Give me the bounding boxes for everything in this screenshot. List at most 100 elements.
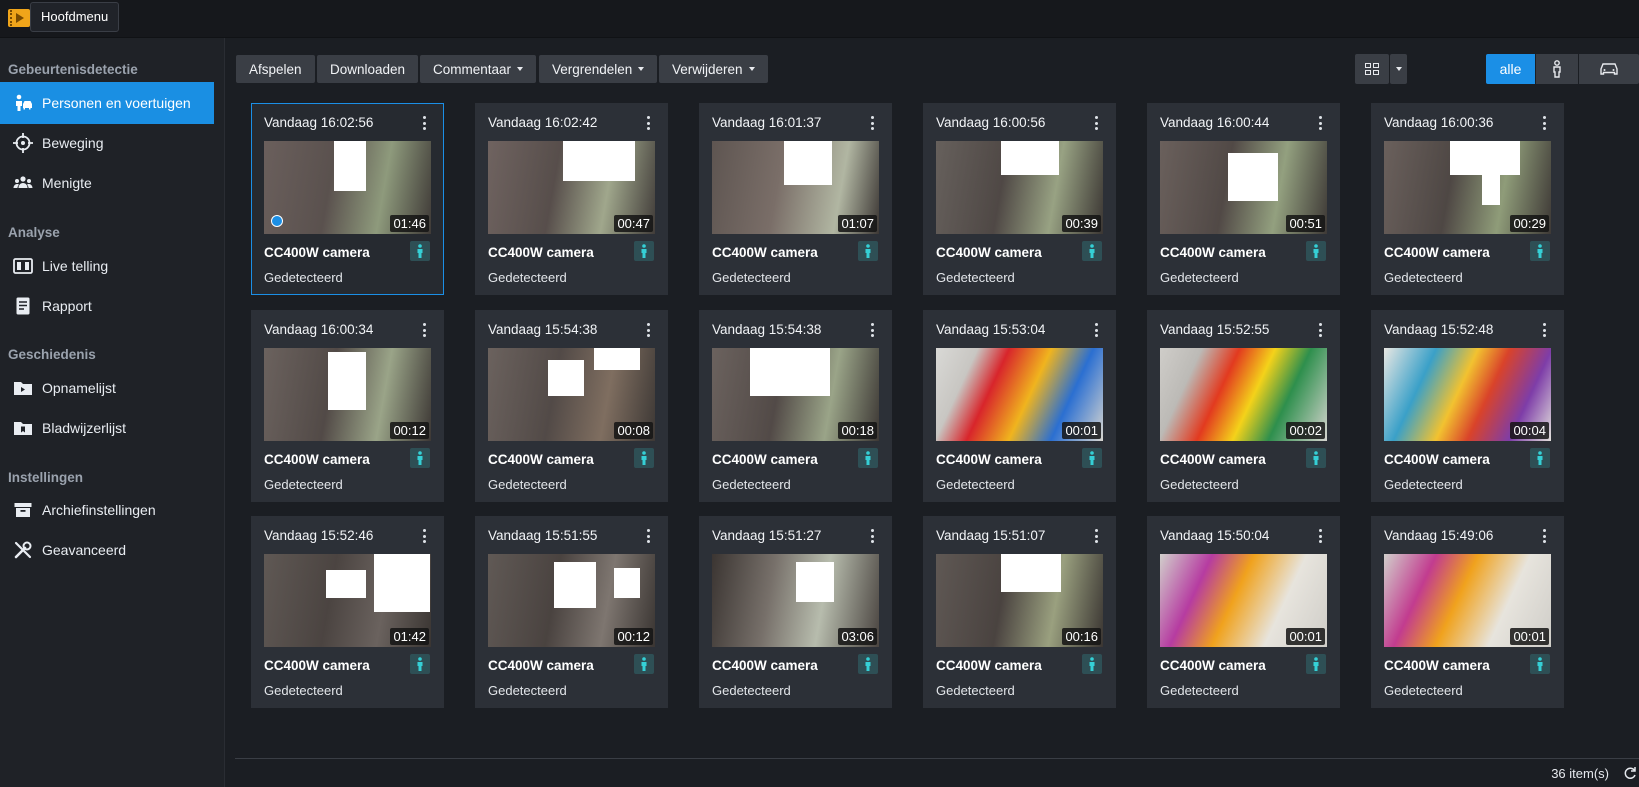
filter-all-button[interactable]: alle (1486, 54, 1535, 84)
person-detection-icon (858, 654, 878, 674)
event-card[interactable]: Vandaag 15:52:55 00:02 CC400W camera Gedete… (1147, 310, 1340, 502)
more-options-icon[interactable] (1315, 321, 1325, 339)
sidebar-item-archive-settings[interactable]: Archiefinstellingen (0, 489, 214, 531)
event-thumbnail[interactable]: 00:04 (1384, 348, 1551, 441)
event-thumbnail[interactable]: 00:01 (1384, 554, 1551, 647)
more-options-icon[interactable] (1091, 114, 1101, 132)
event-thumbnail[interactable]: 00:01 (1160, 554, 1327, 647)
sidebar-item-advanced[interactable]: Geavanceerd (0, 529, 214, 571)
more-options-icon[interactable] (1539, 114, 1549, 132)
person-detection-icon (634, 241, 654, 261)
view-options-dropdown[interactable] (1390, 54, 1407, 84)
more-options-icon[interactable] (1539, 321, 1549, 339)
more-options-icon[interactable] (867, 527, 877, 545)
privacy-mask (1482, 175, 1500, 205)
more-options-icon[interactable] (419, 527, 429, 545)
privacy-mask (614, 568, 640, 598)
car-icon (1600, 63, 1618, 75)
more-options-icon[interactable] (1091, 527, 1101, 545)
more-options-icon[interactable] (643, 114, 653, 132)
event-card[interactable]: Vandaag 16:00:44 00:51 CC400W camera Gedete… (1147, 103, 1340, 295)
event-card[interactable]: Vandaag 16:02:42 00:47 CC400W camera Gedete… (475, 103, 668, 295)
event-card[interactable]: Vandaag 15:49:06 00:01 CC400W camera Gedete… (1371, 516, 1564, 708)
event-card[interactable]: Vandaag 15:51:07 00:16 CC400W camera Gedete… (923, 516, 1116, 708)
lock-dropdown[interactable]: Vergrendelen (539, 55, 658, 83)
event-thumbnail[interactable]: 01:46 (264, 141, 431, 234)
event-card[interactable]: Vandaag 16:00:36 00:29 CC400W camera Gedete… (1371, 103, 1564, 295)
event-card[interactable]: Vandaag 15:54:38 00:08 CC400W camera Gedete… (475, 310, 668, 502)
play-button[interactable]: Afspelen (236, 55, 315, 83)
person-detection-icon (410, 654, 430, 674)
event-thumbnail[interactable]: 00:39 (936, 141, 1103, 234)
filter-vehicle-button[interactable] (1579, 54, 1639, 84)
event-card[interactable]: Vandaag 15:53:04 00:01 CC400W camera Gedete… (923, 310, 1116, 502)
sidebar-item-recordings[interactable]: Opnamelijst (0, 367, 214, 409)
sidebar-item-report[interactable]: Rapport (0, 285, 214, 327)
event-card[interactable]: Vandaag 16:00:56 00:39 CC400W camera Gedete… (923, 103, 1116, 295)
grid-icon (1365, 63, 1379, 75)
event-thumbnail[interactable]: 00:12 (488, 554, 655, 647)
event-thumbnail[interactable]: 01:07 (712, 141, 879, 234)
more-options-icon[interactable] (643, 527, 653, 545)
camera-name: CC400W camera (1160, 452, 1266, 467)
event-card[interactable]: Vandaag 15:51:27 03:06 CC400W camera Gedete… (699, 516, 892, 708)
event-thumbnail[interactable]: 00:47 (488, 141, 655, 234)
event-card[interactable]: Vandaag 16:00:34 00:12 CC400W camera Gedete… (251, 310, 444, 502)
event-card[interactable]: Vandaag 16:01:37 01:07 CC400W camera Gedete… (699, 103, 892, 295)
download-button[interactable]: Downloaden (317, 55, 419, 83)
event-card[interactable]: Vandaag 15:52:46 01:42 CC400W camera Gedete… (251, 516, 444, 708)
refresh-icon[interactable] (1623, 766, 1637, 780)
clip-duration: 01:42 (390, 628, 429, 645)
more-options-icon[interactable] (867, 321, 877, 339)
delete-dropdown[interactable]: Verwijderen (659, 55, 768, 83)
detection-status: Gedetecteerd (712, 477, 791, 492)
clip-duration: 00:47 (614, 215, 653, 232)
person-icon (1553, 60, 1561, 78)
more-options-icon[interactable] (643, 321, 653, 339)
more-options-icon[interactable] (1315, 114, 1325, 132)
sidebar-item-live-count[interactable]: Live telling (0, 245, 214, 287)
more-options-icon[interactable] (419, 114, 429, 132)
more-options-icon[interactable] (1315, 527, 1325, 545)
grid-view-button[interactable] (1355, 54, 1389, 84)
sidebar-item-bookmarks[interactable]: Bladwijzerlijst (0, 407, 214, 449)
event-thumbnail[interactable]: 03:06 (712, 554, 879, 647)
detection-status: Gedetecteerd (1160, 477, 1239, 492)
sidebar-item-crowd[interactable]: Menigte (0, 162, 214, 204)
event-thumbnail[interactable]: 00:08 (488, 348, 655, 441)
more-options-icon[interactable] (1091, 321, 1101, 339)
event-thumbnail[interactable]: 00:18 (712, 348, 879, 441)
sidebar-item-label: Beweging (42, 135, 104, 151)
detection-status: Gedetecteerd (1160, 683, 1239, 698)
sidebar-item-motion[interactable]: Beweging (0, 122, 214, 164)
privacy-mask (750, 348, 830, 396)
clip-duration: 00:02 (1286, 422, 1325, 439)
event-thumbnail[interactable]: 00:01 (936, 348, 1103, 441)
event-thumbnail[interactable]: 00:51 (1160, 141, 1327, 234)
more-options-icon[interactable] (867, 114, 877, 132)
event-thumbnail[interactable]: 01:42 (264, 554, 431, 647)
privacy-mask (334, 141, 366, 191)
event-card[interactable]: Vandaag 16:02:56 01:46 CC400W camera Gedete… (251, 103, 444, 295)
event-thumbnail[interactable]: 00:02 (1160, 348, 1327, 441)
clip-duration: 00:12 (614, 628, 653, 645)
surveillance-app-icon[interactable] (8, 9, 30, 27)
more-options-icon[interactable] (419, 321, 429, 339)
event-thumbnail[interactable]: 00:16 (936, 554, 1103, 647)
event-card[interactable]: Vandaag 15:52:48 00:04 CC400W camera Gedete… (1371, 310, 1564, 502)
sidebar-item-people-vehicles[interactable]: Personen en voertuigen (0, 82, 214, 124)
privacy-mask (594, 348, 640, 370)
privacy-mask (1450, 141, 1520, 175)
sidebar-item-label: Archiefinstellingen (42, 502, 156, 518)
filter-person-button[interactable] (1536, 54, 1578, 84)
event-card[interactable]: Vandaag 15:54:38 00:18 CC400W camera Gedete… (699, 310, 892, 502)
event-thumbnail[interactable]: 00:29 (1384, 141, 1551, 234)
event-card[interactable]: Vandaag 15:50:04 00:01 CC400W camera Gedete… (1147, 516, 1340, 708)
detection-status: Gedetecteerd (1160, 270, 1239, 285)
group-icon (12, 172, 34, 194)
event-thumbnail[interactable]: 00:12 (264, 348, 431, 441)
more-options-icon[interactable] (1539, 527, 1549, 545)
event-card[interactable]: Vandaag 15:51:55 00:12 CC400W camera Gedete… (475, 516, 668, 708)
comment-dropdown[interactable]: Commentaar (420, 55, 537, 83)
person-detection-icon (634, 654, 654, 674)
